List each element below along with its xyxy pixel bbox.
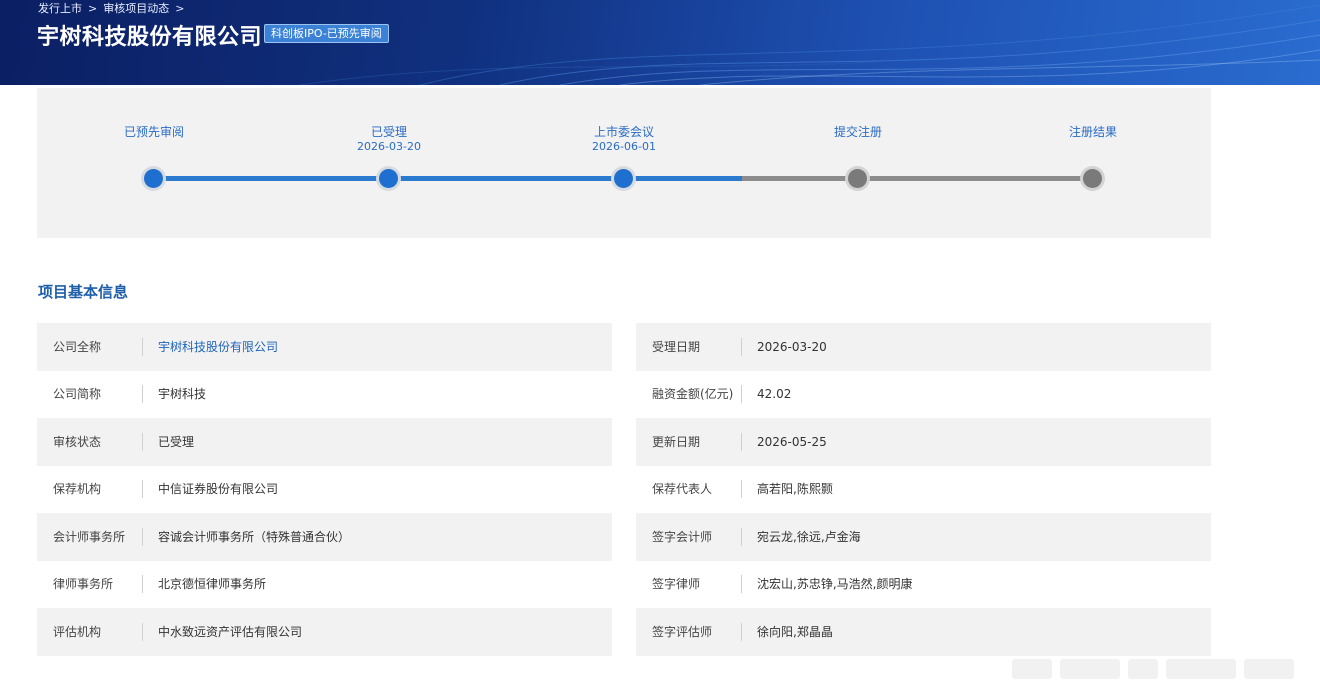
info-value: 42.02 bbox=[757, 387, 792, 402]
step-node-completed bbox=[141, 166, 166, 191]
info-value: 北京德恒律师事务所 bbox=[158, 577, 267, 592]
status-badge: 科创板IPO-已预先审阅 bbox=[264, 24, 389, 43]
info-label: 签字会计师 bbox=[636, 527, 742, 546]
step-date: 2026-03-20 bbox=[357, 140, 421, 153]
page-header-banner: 发行上市 > 审核项目动态 > 宇树科技股份有限公司 科创板IPO-已预先审阅 bbox=[0, 0, 1320, 85]
info-row-accept-date: 受理日期 2026-03-20 bbox=[636, 323, 1211, 371]
breadcrumb-item-issuance[interactable]: 发行上市 bbox=[38, 0, 82, 16]
info-label: 保荐代表人 bbox=[636, 480, 742, 499]
info-label: 律师事务所 bbox=[37, 575, 143, 594]
progress-stepper: 已预先审阅 已受理 2026-03-20 上市委会议 2026-06-01 提交… bbox=[37, 88, 1211, 238]
company-name-link[interactable]: 宇树科技股份有限公司 bbox=[143, 338, 278, 356]
info-label: 公司简称 bbox=[37, 385, 143, 404]
info-label: 签字评估师 bbox=[636, 622, 742, 641]
info-value: 2026-05-25 bbox=[757, 434, 827, 449]
step-node-pending bbox=[845, 166, 870, 191]
info-value: 中信证券股份有限公司 bbox=[158, 482, 279, 497]
info-row-signing-accountants: 签字会计师 宛云龙,徐远,卢金海 bbox=[636, 513, 1211, 561]
step-label: 已受理 bbox=[370, 125, 407, 139]
step-submit-registration: 提交注册 bbox=[778, 125, 938, 140]
info-row-accounting-firm: 会计师事务所 容诚会计师事务所（特殊普通合伙） bbox=[37, 513, 612, 561]
progress-track-completed bbox=[154, 176, 742, 181]
info-value: 2026-03-20 bbox=[757, 339, 827, 354]
step-node-completed bbox=[611, 166, 636, 191]
info-row-law-firm: 律师事务所 北京德恒律师事务所 bbox=[37, 561, 612, 609]
info-row-full-name: 公司全称 宇树科技股份有限公司 bbox=[37, 323, 612, 371]
info-row-appraisal-firm: 评估机构 中水致远资产评估有限公司 bbox=[37, 608, 612, 656]
step-accepted: 已受理 2026-03-20 bbox=[309, 125, 469, 154]
info-label: 保荐机构 bbox=[37, 480, 143, 499]
step-node-completed bbox=[376, 166, 401, 191]
step-label: 上市委会议 bbox=[593, 125, 654, 139]
info-value: 沈宏山,苏忠铮,马浩然,颜明康 bbox=[757, 577, 913, 592]
info-label: 审核状态 bbox=[37, 432, 143, 451]
breadcrumb: 发行上市 > 审核项目动态 > bbox=[38, 0, 184, 16]
info-table-right: 受理日期 2026-03-20 融资金额(亿元) 42.02 更新日期 2026… bbox=[636, 323, 1211, 656]
info-row-review-status: 审核状态 已受理 bbox=[37, 418, 612, 466]
step-date: 2026-06-01 bbox=[592, 140, 656, 153]
info-value: 徐向阳,郑晶晶 bbox=[757, 624, 833, 639]
progress-track-pending bbox=[742, 176, 1093, 181]
info-row-signing-appraisers: 签字评估师 徐向阳,郑晶晶 bbox=[636, 608, 1211, 656]
step-preliminary-review: 已预先审阅 bbox=[74, 125, 234, 140]
page-title: 宇树科技股份有限公司 bbox=[37, 25, 263, 50]
step-node-pending bbox=[1080, 166, 1105, 191]
info-row-sponsor-reps: 保荐代表人 高若阳,陈熙颢 bbox=[636, 466, 1211, 514]
info-label: 签字律师 bbox=[636, 575, 742, 594]
info-row-short-name: 公司简称 宇树科技 bbox=[37, 371, 612, 419]
info-label: 受理日期 bbox=[636, 337, 742, 356]
info-label: 会计师事务所 bbox=[37, 527, 143, 546]
info-value: 中水致远资产评估有限公司 bbox=[158, 624, 303, 639]
step-label: 提交注册 bbox=[833, 125, 882, 139]
info-value: 高若阳,陈熙颢 bbox=[757, 482, 833, 497]
info-value: 容诚会计师事务所（特殊普通合伙） bbox=[158, 529, 351, 544]
step-label: 已预先审阅 bbox=[123, 125, 184, 139]
breadcrumb-separator: > bbox=[88, 1, 98, 15]
info-value: 宇树科技 bbox=[158, 387, 207, 402]
step-label: 注册结果 bbox=[1068, 125, 1117, 139]
info-label: 公司全称 bbox=[37, 337, 143, 356]
section-title: 项目基本信息 bbox=[38, 283, 129, 301]
info-label: 评估机构 bbox=[37, 622, 143, 641]
info-label: 更新日期 bbox=[636, 432, 742, 451]
step-registration-result: 注册结果 bbox=[1013, 125, 1173, 140]
info-row-signing-lawyers: 签字律师 沈宏山,苏忠铮,马浩然,颜明康 bbox=[636, 561, 1211, 609]
info-value: 宛云龙,徐远,卢金海 bbox=[757, 529, 861, 544]
info-label: 融资金额(亿元) bbox=[636, 385, 742, 404]
breadcrumb-item-review[interactable]: 审核项目动态 bbox=[103, 0, 169, 16]
info-table-left: 公司全称 宇树科技股份有限公司 公司简称 宇树科技 审核状态 已受理 保荐机构 … bbox=[37, 323, 612, 656]
breadcrumb-separator: > bbox=[175, 1, 185, 15]
info-row-sponsor: 保荐机构 中信证券股份有限公司 bbox=[37, 466, 612, 514]
watermark bbox=[1012, 659, 1302, 681]
info-row-update-date: 更新日期 2026-05-25 bbox=[636, 418, 1211, 466]
step-listing-committee: 上市委会议 2026-06-01 bbox=[544, 125, 704, 154]
info-row-financing-amount: 融资金额(亿元) 42.02 bbox=[636, 371, 1211, 419]
info-value: 已受理 bbox=[158, 434, 195, 449]
